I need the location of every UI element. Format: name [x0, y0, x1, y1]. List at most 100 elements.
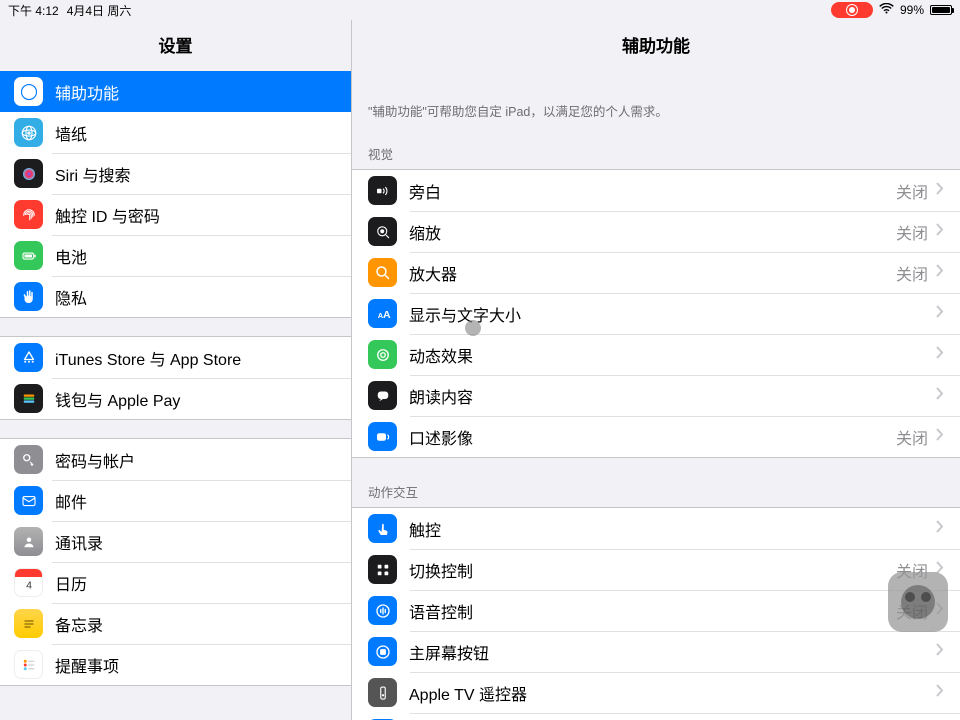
motion-icon: [368, 340, 397, 369]
detail-item-value: 关闭: [896, 179, 928, 203]
fingerprint-icon: [14, 200, 43, 229]
sidebar-item-notes[interactable]: 备忘录: [0, 603, 351, 644]
detail-item-audiodesc[interactable]: 口述影像关闭: [352, 416, 960, 457]
detail-item-switch[interactable]: 切换控制关闭: [352, 549, 960, 590]
mail-icon: [14, 486, 43, 515]
detail-title: 辅助功能: [352, 20, 960, 71]
detail-item-right: [936, 346, 944, 364]
sidebar-item-label: Siri 与搜索: [55, 162, 337, 186]
detail-item-right: 关闭: [896, 220, 944, 244]
section-header: 视觉: [352, 138, 960, 169]
detail-item-right: [936, 520, 944, 538]
chevron-right-icon: [936, 520, 944, 538]
touch-icon: [368, 514, 397, 543]
detail-item-label: 放大器: [409, 261, 896, 285]
chevron-right-icon: [936, 305, 944, 323]
detail-item-right: [936, 387, 944, 405]
sidebar-item-reminders[interactable]: 提醒事项: [0, 644, 351, 685]
battery-pct: 99%: [900, 3, 924, 17]
detail-item-right: 关闭: [896, 261, 944, 285]
sidebar-title: 设置: [0, 20, 351, 71]
detail-item-spoken[interactable]: 朗读内容: [352, 375, 960, 416]
sidebar-item-contacts[interactable]: 通讯录: [0, 521, 351, 562]
svg-text:A: A: [383, 308, 391, 320]
detail-item-magnifier[interactable]: 放大器关闭: [352, 252, 960, 293]
audiodesc-icon: [368, 422, 397, 451]
detail-pane: 辅助功能 "辅助功能"可帮助您自定 iPad，以满足您的个人需求。 视觉旁白关闭…: [352, 20, 960, 720]
battery-icon: [930, 5, 952, 15]
chevron-right-icon: [936, 346, 944, 364]
detail-item-label: Apple TV 遥控器: [409, 681, 936, 705]
detail-item-appletv[interactable]: Apple TV 遥控器: [352, 672, 960, 713]
sidebar-item-wallet[interactable]: 钱包与 Apple Pay: [0, 378, 351, 419]
sidebar-item-label: 墙纸: [55, 121, 337, 145]
hand-icon: [14, 282, 43, 311]
detail-item-label: 缩放: [409, 220, 896, 244]
detail-item-right: [936, 643, 944, 661]
zoom-icon: [368, 217, 397, 246]
sidebar-item-calendar[interactable]: 4 日历: [0, 562, 351, 603]
assistivetouch-button[interactable]: [888, 572, 948, 632]
detail-item-motion[interactable]: 动态效果: [352, 334, 960, 375]
detail-item-label: 显示与文字大小: [409, 302, 936, 326]
screen-record-indicator[interactable]: [831, 2, 873, 18]
detail-item-value: 关闭: [896, 261, 928, 285]
detail-item-value: 关闭: [896, 425, 928, 449]
chevron-right-icon: [936, 428, 944, 446]
sidebar-item-label: 隐私: [55, 285, 337, 309]
detail-item-voiceover[interactable]: 旁白关闭: [352, 170, 960, 211]
status-right: 99%: [831, 2, 952, 18]
detail-item-label: 口述影像: [409, 425, 896, 449]
appletv-icon: [368, 678, 397, 707]
status-time: 下午 4:12: [8, 2, 59, 19]
detail-item-display[interactable]: AA显示与文字大小: [352, 293, 960, 334]
detail-item-label: 语音控制: [409, 599, 896, 623]
sidebar-item-label: 日历: [55, 571, 337, 595]
sidebar-item-privacy[interactable]: 隐私: [0, 276, 351, 317]
detail-item-right: [936, 305, 944, 323]
speech-icon: [368, 381, 397, 410]
status-date: 4月4日 周六: [67, 2, 132, 19]
detail-item-zoom[interactable]: 缩放关闭: [352, 211, 960, 252]
sidebar-item-passwords[interactable]: 密码与帐户: [0, 439, 351, 480]
detail-item-homebtn[interactable]: 主屏幕按钮: [352, 631, 960, 672]
sidebar-item-wallpaper[interactable]: 墙纸: [0, 112, 351, 153]
sidebar-item-label: 电池: [55, 244, 337, 268]
detail-item-value: 关闭: [896, 220, 928, 244]
sidebar-item-touchid[interactable]: 触控 ID 与密码: [0, 194, 351, 235]
sidebar-item-label: 辅助功能: [55, 80, 337, 104]
detail-item-label: 触控: [409, 517, 936, 541]
voiceover-icon: [368, 176, 397, 205]
settings-sidebar: 设置 辅助功能墙纸 Siri 与搜索触控 ID 与密码电池隐私 iTunes Sto…: [0, 20, 352, 720]
chevron-right-icon: [936, 387, 944, 405]
detail-item-touch[interactable]: 触控: [352, 508, 960, 549]
accessibility-icon: [14, 77, 43, 106]
magnifier-icon: [368, 258, 397, 287]
chevron-right-icon: [936, 223, 944, 241]
detail-item-label: 主屏幕按钮: [409, 640, 936, 664]
detail-item-label: 朗读内容: [409, 384, 936, 408]
notes-icon: [14, 609, 43, 638]
homebtn-icon: [368, 637, 397, 666]
sidebar-item-itunes[interactable]: iTunes Store 与 App Store: [0, 337, 351, 378]
voicectrl-icon: [368, 596, 397, 625]
sidebar-item-mail[interactable]: 邮件: [0, 480, 351, 521]
wallet-icon: [14, 384, 43, 413]
wallpaper-icon: [14, 118, 43, 147]
sidebar-item-accessibility[interactable]: 辅助功能: [0, 71, 351, 112]
chevron-right-icon: [936, 643, 944, 661]
status-bar: 下午 4:12 4月4日 周六 99%: [0, 0, 960, 20]
sidebar-item-battery[interactable]: 电池: [0, 235, 351, 276]
sidebar-item-label: 钱包与 Apple Pay: [55, 387, 337, 411]
sidebar-item-label: 触控 ID 与密码: [55, 203, 337, 227]
sidebar-item-label: 通讯录: [55, 530, 337, 554]
calendar-icon: 4: [14, 568, 43, 597]
reminders-icon: [14, 650, 43, 679]
detail-item-label: 动态效果: [409, 343, 936, 367]
detail-item-pointer[interactable]: 指针控制: [352, 713, 960, 720]
sidebar-item-siri[interactable]: Siri 与搜索: [0, 153, 351, 194]
detail-item-voicectrl[interactable]: 语音控制关闭: [352, 590, 960, 631]
key-icon: [14, 445, 43, 474]
chevron-right-icon: [936, 264, 944, 282]
chevron-right-icon: [936, 684, 944, 702]
